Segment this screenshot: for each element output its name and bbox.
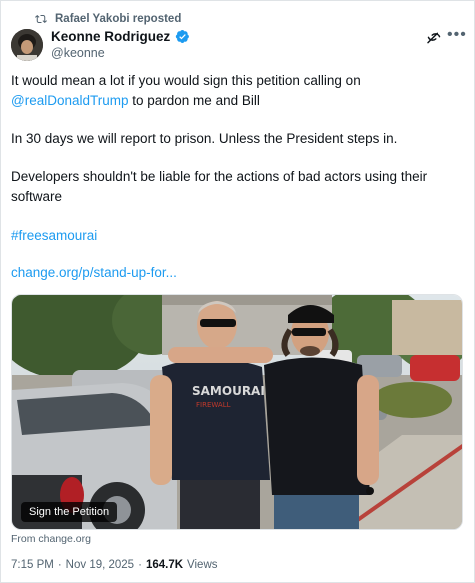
shirt-print-a: SAMOURAI xyxy=(192,384,265,398)
link-source[interactable]: From change.org xyxy=(11,533,91,545)
tweet-paragraph-3: Developers shouldn't be liable for the a… xyxy=(11,169,428,204)
avatar[interactable] xyxy=(11,29,43,61)
tweet-meta: 7:15 PM · Nov 19, 2025 · 164.7K Views xyxy=(11,559,218,571)
verified-badge-icon xyxy=(176,29,190,44)
tweet-text-1a: It would mean a lot if you would sign th… xyxy=(11,73,361,88)
author-handle[interactable]: @keonne xyxy=(51,46,105,60)
tweet-paragraph-1: It would mean a lot if you would sign th… xyxy=(11,71,466,111)
tweet-card: Rafael Yakobi reposted Keonne Rodriguez … xyxy=(0,0,475,583)
mention-link[interactable]: @realDonaldTrump xyxy=(11,93,129,108)
media-card-image[interactable]: SAMOURAI FIREWALL xyxy=(11,294,463,530)
author-name-row[interactable]: Keonne Rodriguez xyxy=(51,29,190,44)
tweet-date[interactable]: Nov 19, 2025 xyxy=(66,559,134,571)
repost-icon xyxy=(35,14,47,24)
repost-label: Rafael Yakobi reposted xyxy=(55,13,182,25)
tweet-time[interactable]: 7:15 PM xyxy=(11,559,54,571)
tweet-text-1b: to pardon me and Bill xyxy=(132,93,260,108)
grok-icon[interactable] xyxy=(426,29,442,45)
tweet-paragraph-2: In 30 days we will report to prison. Unl… xyxy=(11,131,398,146)
author-display-name[interactable]: Keonne Rodriguez xyxy=(51,29,170,44)
petition-url-link[interactable]: change.org/p/stand-up-for... xyxy=(11,263,466,283)
hashtag-link[interactable]: #freesamourai xyxy=(11,226,466,246)
views-count[interactable]: 164.7K xyxy=(146,559,183,571)
sign-petition-label[interactable]: Sign the Petition xyxy=(21,502,118,522)
meta-separator-1: · xyxy=(57,559,62,571)
views-label: Views xyxy=(187,559,218,571)
shirt-print-b: FIREWALL xyxy=(196,401,231,409)
more-options-icon[interactable]: ••• xyxy=(447,27,467,46)
meta-separator-2: · xyxy=(138,559,142,571)
repost-header[interactable]: Rafael Yakobi reposted xyxy=(35,11,181,27)
